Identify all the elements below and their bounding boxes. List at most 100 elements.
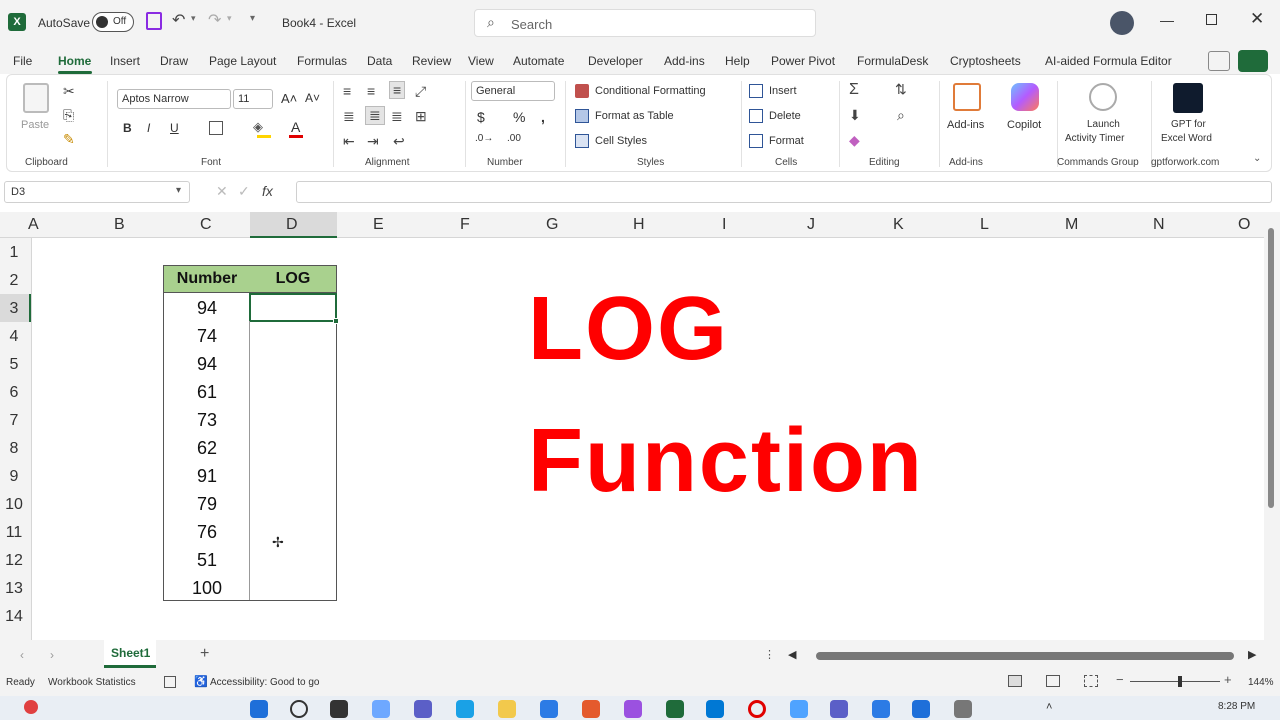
row-header[interactable]: 4	[0, 328, 28, 346]
tab-formulas[interactable]: Formulas	[297, 54, 347, 68]
column-header[interactable]: E	[373, 216, 384, 234]
copilot-button[interactable]: Copilot	[1007, 119, 1041, 131]
name-box-dropdown-icon[interactable]: ▾	[176, 185, 181, 196]
find-select-icon[interactable]: ⌕	[897, 107, 905, 124]
copilot-icon[interactable]	[1011, 83, 1039, 111]
redo-dropdown-icon[interactable]: ▾	[227, 13, 232, 24]
decrease-font-icon[interactable]: A˅	[305, 91, 320, 105]
align-middle-icon[interactable]: ≡	[367, 83, 375, 99]
row-header[interactable]: 6	[0, 384, 28, 402]
row-header-selected[interactable]: 3	[0, 300, 28, 318]
outlook-icon[interactable]	[706, 700, 724, 718]
share-icon[interactable]	[1238, 50, 1268, 72]
formula-input[interactable]	[296, 181, 1272, 203]
vertical-scroll-thumb[interactable]	[1268, 228, 1274, 508]
cut-icon[interactable]: ✂	[63, 83, 75, 100]
orientation-icon[interactable]: ⤢	[415, 83, 426, 100]
format-cells-button[interactable]: Format	[769, 135, 804, 147]
accessibility-status[interactable]: Accessibility: Good to go	[210, 677, 320, 688]
teams-icon[interactable]	[414, 700, 432, 718]
zoom-level[interactable]: 144%	[1248, 677, 1274, 688]
column-header[interactable]: F	[460, 216, 470, 234]
tab-power-pivot[interactable]: Power Pivot	[771, 54, 835, 68]
zoom-slider-thumb[interactable]	[1178, 676, 1182, 687]
calculator-icon[interactable]	[954, 700, 972, 718]
tab-formuladesk[interactable]: FormulaDesk	[857, 54, 928, 68]
tab-cryptosheets[interactable]: Cryptosheets	[950, 54, 1021, 68]
number-cell[interactable]: 74	[164, 326, 250, 347]
excel-taskbar-icon[interactable]	[666, 700, 684, 718]
row-header[interactable]: 8	[0, 440, 28, 458]
add-ins-icon[interactable]	[953, 83, 981, 111]
number-cell[interactable]: 76	[164, 522, 250, 543]
column-header[interactable]: A	[28, 216, 39, 234]
edge-icon[interactable]	[456, 700, 474, 718]
add-sheet-icon[interactable]: +	[200, 645, 209, 663]
tab-data[interactable]: Data	[367, 54, 392, 68]
number-format-select[interactable]: General	[471, 81, 555, 101]
row-header[interactable]: 10	[0, 496, 28, 514]
number-cell[interactable]: 51	[164, 550, 250, 571]
gpt-excel-word-label[interactable]: Excel Word	[1161, 133, 1212, 144]
row-header[interactable]: 13	[0, 580, 28, 598]
undo-dropdown-icon[interactable]: ▾	[191, 13, 196, 24]
tab-add-ins[interactable]: Add-ins	[664, 54, 705, 68]
number-cell[interactable]: 94	[164, 354, 250, 375]
search-box[interactable]: ⌕ Search	[474, 9, 816, 37]
number-cell[interactable]: 73	[164, 410, 250, 431]
tab-help[interactable]: Help	[725, 54, 750, 68]
zoom-in-icon[interactable]: +	[1224, 672, 1232, 687]
redo-icon[interactable]: ↷	[208, 10, 221, 30]
decrease-indent-icon[interactable]: ⇤	[343, 133, 355, 150]
cell-styles-button[interactable]: Cell Styles	[595, 135, 647, 147]
browser-icon[interactable]	[790, 700, 808, 718]
conditional-formatting-button[interactable]: Conditional Formatting	[595, 85, 706, 97]
increase-decimal-icon[interactable]: .0→	[475, 133, 493, 144]
font-color-icon[interactable]: A	[291, 119, 300, 135]
activity-timer-icon[interactable]	[1089, 83, 1117, 111]
column-header[interactable]: J	[807, 216, 815, 234]
tab-split-icon[interactable]: ⋮	[764, 648, 775, 661]
tab-home[interactable]: Home	[58, 54, 91, 68]
row-header[interactable]: 11	[0, 524, 28, 542]
start-icon[interactable]	[250, 700, 268, 718]
column-header[interactable]: H	[633, 216, 645, 234]
column-header[interactable]: B	[114, 216, 125, 234]
cancel-formula-icon[interactable]: ✕	[216, 183, 228, 200]
zoom-out-icon[interactable]: −	[1116, 672, 1124, 687]
gpt-for-excel-icon[interactable]	[1173, 83, 1203, 113]
page-layout-view-icon[interactable]	[1046, 675, 1060, 687]
header-log[interactable]: LOG	[250, 270, 336, 288]
app-icon[interactable]	[912, 700, 930, 718]
tab-view[interactable]: View	[468, 54, 494, 68]
macro-record-icon[interactable]	[164, 676, 176, 688]
increase-font-icon[interactable]: A˄	[281, 91, 297, 106]
column-header[interactable]: G	[546, 216, 558, 234]
format-as-table-button[interactable]: Format as Table	[595, 110, 674, 122]
insert-cells-button[interactable]: Insert	[769, 85, 797, 97]
align-top-icon[interactable]: ≡	[343, 83, 351, 99]
borders-icon[interactable]	[209, 121, 223, 135]
taskbar-search-icon[interactable]	[290, 700, 308, 718]
tray-chevron-icon[interactable]: ˄	[1046, 701, 1052, 713]
fill-handle[interactable]	[333, 318, 339, 324]
restore-icon[interactable]	[1206, 14, 1217, 25]
clear-icon[interactable]: ◆	[849, 132, 860, 149]
file-explorer-icon[interactable]	[498, 700, 516, 718]
comments-icon[interactable]	[1208, 51, 1230, 71]
notification-badge-icon[interactable]	[24, 700, 38, 714]
row-header[interactable]: 1	[0, 244, 28, 262]
tab-insert[interactable]: Insert	[110, 54, 140, 68]
page-break-view-icon[interactable]	[1084, 675, 1098, 687]
underline-icon[interactable]: U	[170, 121, 179, 135]
column-header[interactable]: N	[1153, 216, 1165, 234]
avatar[interactable]	[1110, 11, 1134, 35]
accessibility-icon[interactable]: ♿	[194, 675, 208, 688]
font-name-select[interactable]: Aptos Narrow	[117, 89, 231, 109]
enter-formula-icon[interactable]: ✓	[238, 183, 250, 200]
teams-work-icon[interactable]	[830, 700, 848, 718]
align-left-icon[interactable]: ≣	[343, 108, 355, 125]
currency-icon[interactable]: $	[477, 109, 485, 125]
task-view-icon[interactable]	[330, 700, 348, 718]
undo-icon[interactable]: ↶	[172, 10, 185, 30]
